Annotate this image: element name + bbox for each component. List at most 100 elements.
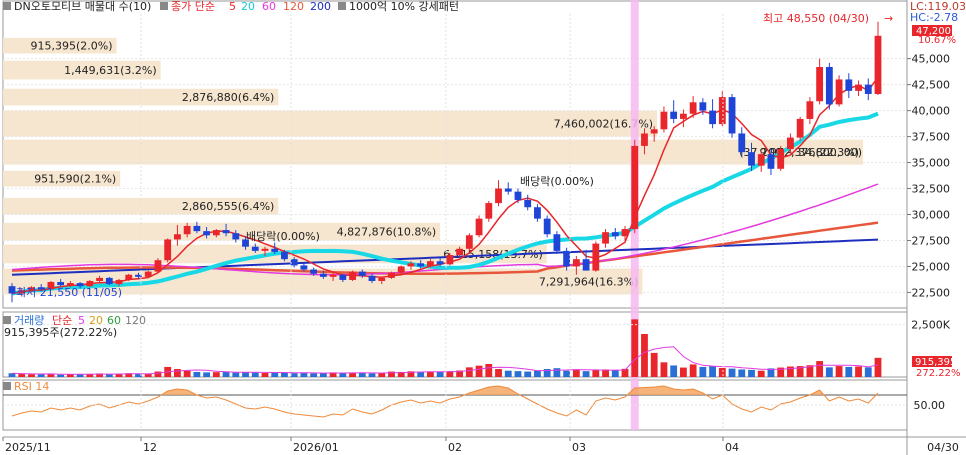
candle-body xyxy=(417,263,425,267)
candle-body xyxy=(310,269,318,274)
candle-body xyxy=(154,260,162,272)
candle-body xyxy=(689,102,697,114)
time-tick-label: 12 xyxy=(143,441,157,454)
time-tick-label: 04/30 xyxy=(927,441,959,454)
volume-bar xyxy=(310,373,318,377)
candle-body xyxy=(475,218,483,236)
price-tick-label: 45,000 xyxy=(912,53,951,66)
rsi-line xyxy=(3,385,907,418)
legend-ma200: 200 xyxy=(310,0,331,13)
volume-bar xyxy=(436,371,444,377)
volume-bar xyxy=(553,368,561,377)
annotation-dividend-2: 배당락(0.00%) xyxy=(520,175,594,188)
volume-badge-value: 915,395 xyxy=(915,357,956,368)
candle-body xyxy=(446,255,454,265)
legend-ma-label: 종가 단순 xyxy=(171,0,215,13)
volume-tick-label: 2,500K xyxy=(911,319,950,332)
volume-bar xyxy=(495,369,502,377)
candle-body xyxy=(388,272,395,278)
candle-body xyxy=(582,259,590,271)
candle-body xyxy=(495,188,502,204)
candle-body xyxy=(426,261,434,267)
volume-bar xyxy=(689,364,697,377)
candle-body xyxy=(105,277,113,285)
candle-body xyxy=(319,273,327,277)
candle-body xyxy=(777,149,785,169)
candle-body xyxy=(650,129,658,134)
candle-body xyxy=(806,101,814,119)
volume-bar xyxy=(28,374,35,377)
candle-body xyxy=(407,263,415,267)
time-tick-label: 2025/11 xyxy=(5,441,51,454)
volume-bar xyxy=(748,369,755,377)
candle-body xyxy=(534,207,541,219)
candle-body xyxy=(300,265,308,270)
candle-body xyxy=(164,239,172,261)
badge-price: 47,200 xyxy=(916,26,951,37)
volume-bar xyxy=(524,371,532,377)
candle-body xyxy=(378,277,386,281)
rsi-legend-square-icon[interactable] xyxy=(3,382,11,390)
price-tick-label: 30,000 xyxy=(912,209,951,222)
volume-bar xyxy=(465,367,473,377)
candle-body xyxy=(144,271,152,277)
price-tick-label: 32,500 xyxy=(912,183,951,196)
annotation-dividend-1: 배당락(0.00%) xyxy=(246,230,320,243)
volume-bar xyxy=(572,369,580,377)
volume-bar xyxy=(485,364,493,377)
volume-bar xyxy=(757,370,765,377)
candle-body xyxy=(816,66,824,102)
volume-bar xyxy=(631,319,639,377)
candle-body xyxy=(436,261,444,265)
candle-body xyxy=(864,84,872,94)
volume-bar xyxy=(738,369,746,377)
volume-bar xyxy=(105,374,113,377)
volume-profile-label: 2,876,880(6.4%) xyxy=(182,91,275,104)
candle-body xyxy=(232,233,240,240)
volume-profile-label: 7,291,964(16.3%) xyxy=(539,276,639,289)
volume-badge-pct: 272.22% xyxy=(916,368,961,379)
candle-body xyxy=(66,283,74,286)
candle-body xyxy=(679,113,687,119)
legend-square-icon[interactable] xyxy=(3,2,11,10)
volume-bar xyxy=(368,373,376,377)
volume-bar xyxy=(242,372,249,377)
candle-body xyxy=(553,234,561,251)
volume-bar xyxy=(864,367,872,377)
candle-body xyxy=(855,84,862,91)
rsi-legend-title: RSI 14 xyxy=(14,380,49,393)
candle-body xyxy=(174,234,181,240)
volume-profile-range-label: (37,200 ~ 34,800, 00) xyxy=(739,146,862,159)
candle-body xyxy=(738,133,746,153)
volume-bar xyxy=(641,334,648,377)
candle-body xyxy=(212,230,220,236)
volume-bar xyxy=(261,373,269,377)
volume-bar xyxy=(232,372,240,377)
time-tick-label: 04 xyxy=(725,441,739,454)
candle-body xyxy=(8,286,16,294)
rsi-tick-label: 50.00 xyxy=(914,399,946,412)
volume-profile-label: 1,449,631(3.2%) xyxy=(64,64,157,77)
candle-body xyxy=(631,145,639,230)
candle-body xyxy=(728,97,736,134)
volume-bar xyxy=(816,361,824,377)
volume-bar xyxy=(475,365,483,377)
candle-body xyxy=(281,251,288,260)
volume-bar xyxy=(650,352,658,377)
volume-legend-square-icon[interactable] xyxy=(3,316,11,324)
volume-bar xyxy=(37,374,45,377)
volume-profile-band xyxy=(3,139,863,165)
candle-body xyxy=(748,152,755,166)
candle-body xyxy=(349,271,356,280)
volume-profile-label: 951,590(2.1%) xyxy=(34,173,116,186)
legend-ma-square-icon[interactable] xyxy=(160,2,168,10)
volume-bar xyxy=(679,367,687,377)
candle-body xyxy=(203,231,211,236)
price-tick-label: 27,500 xyxy=(912,234,951,247)
time-tick-label: 2026/01 xyxy=(293,441,339,454)
candle-body xyxy=(699,102,707,111)
legend-pattern-square-icon[interactable] xyxy=(338,2,346,10)
price-tick-label: 37,500 xyxy=(912,131,951,144)
volume-profile-label: 915,395(2.0%) xyxy=(31,40,113,53)
candle-body xyxy=(222,230,230,234)
